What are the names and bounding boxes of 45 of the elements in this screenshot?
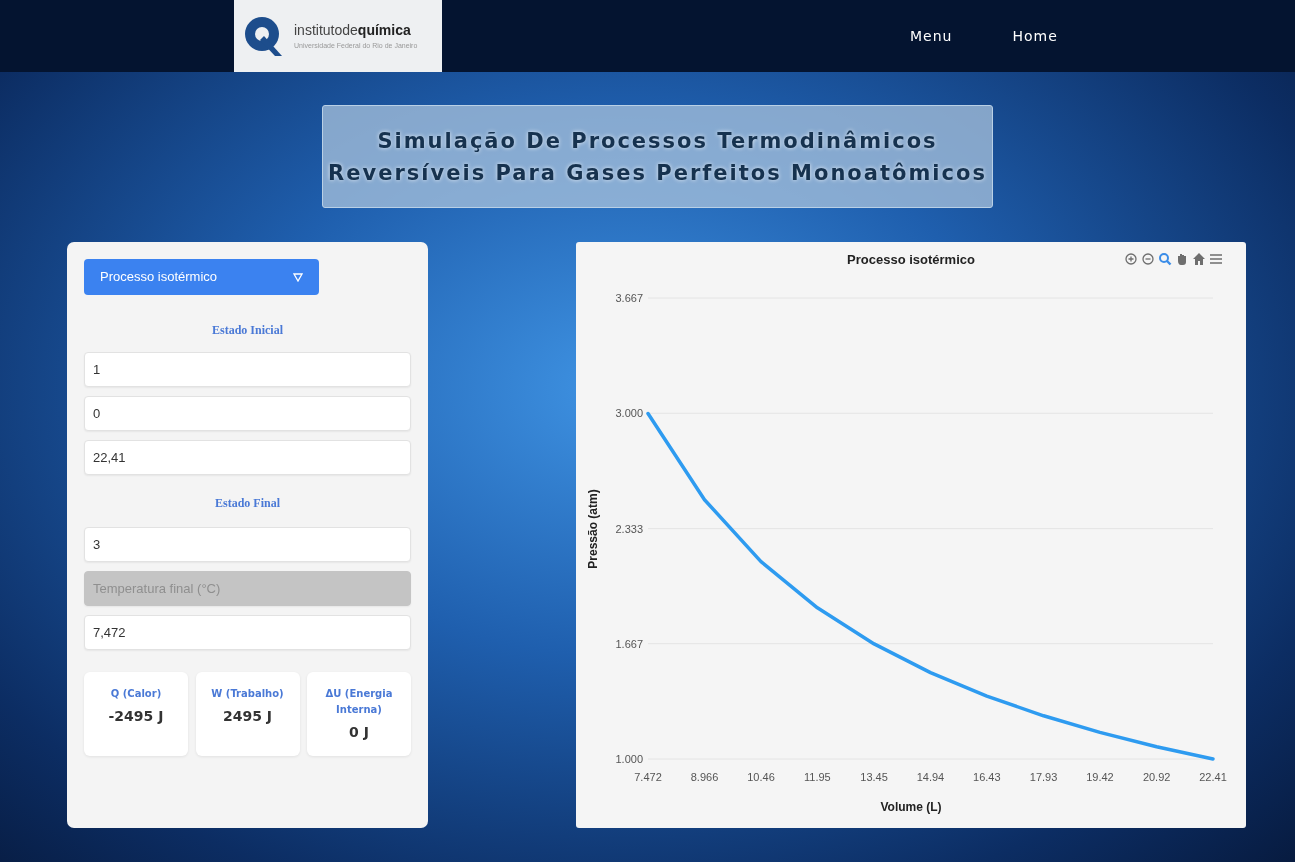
section-heading: Estado Inicial — [211, 322, 284, 339]
caret-icon — [293, 272, 303, 282]
x-tick-label: 7.472 — [634, 771, 662, 783]
result-label: Q (Calor) — [109, 687, 163, 701]
result-value: 0 J — [348, 723, 370, 742]
x-tick-label: 19.42 — [1086, 771, 1114, 783]
process-dropdown[interactable]: Processo isotérmico — [84, 259, 319, 295]
zoom-out-icon[interactable] — [1141, 252, 1155, 266]
input-field[interactable]: 7,472 — [84, 615, 411, 650]
hand-icon[interactable] — [1175, 252, 1189, 266]
y-tick-label: 2.333 — [615, 522, 643, 535]
x-tick-label: 16.43 — [973, 771, 1001, 783]
result-label: ΔU (Energia Interna) — [324, 687, 394, 717]
x-tick-label: 14.94 — [916, 771, 945, 783]
x-tick-label: 20.92 — [1142, 771, 1171, 783]
x-tick-label: 8.966 — [690, 771, 719, 783]
y-tick-label: 3.667 — [615, 292, 643, 304]
home-icon[interactable] — [1192, 252, 1206, 266]
y-tick-label: 3.000 — [615, 407, 643, 420]
input-field[interactable]: 0 — [84, 396, 411, 431]
page-title: Simulação De Processos Termodinâmicos — [377, 127, 938, 155]
result-value: -2495 J — [107, 707, 165, 726]
page-title: Reversíveis Para Gases Perfeitos Monoatômicos — [328, 159, 987, 187]
result-label: W (Trabalho) — [210, 687, 285, 701]
x-axis-title: Volume (L) — [880, 800, 942, 814]
chart-title: Processo isotérmico — [847, 252, 975, 267]
x-tick-label: 13.45 — [860, 771, 888, 783]
input-field[interactable]: 3 — [84, 527, 411, 562]
logo-text: institutodequímica — [294, 21, 412, 41]
result-value: 2495 J — [221, 707, 274, 726]
nav-link[interactable]: Menu — [910, 25, 953, 47]
input-field[interactable]: 1 — [84, 352, 411, 387]
section-heading: Estado Final — [214, 495, 281, 512]
y-tick-label: 1.000 — [615, 753, 643, 765]
y-tick-label: 1.667 — [615, 637, 643, 650]
menu-icon[interactable] — [1209, 252, 1223, 266]
zoom-in-icon[interactable] — [1124, 252, 1138, 266]
magnifier-icon[interactable] — [1158, 252, 1172, 266]
y-axis-title: Pressão (atm) — [586, 489, 600, 569]
x-tick-label: 22.41 — [1199, 771, 1227, 783]
x-tick-label: 11.95 — [804, 771, 831, 783]
x-tick-label: 17.93 — [1029, 771, 1058, 783]
input-field[interactable]: 22,41 — [84, 440, 411, 475]
x-tick-label: 10.46 — [747, 771, 775, 783]
nav-link[interactable]: Home — [1012, 25, 1058, 47]
